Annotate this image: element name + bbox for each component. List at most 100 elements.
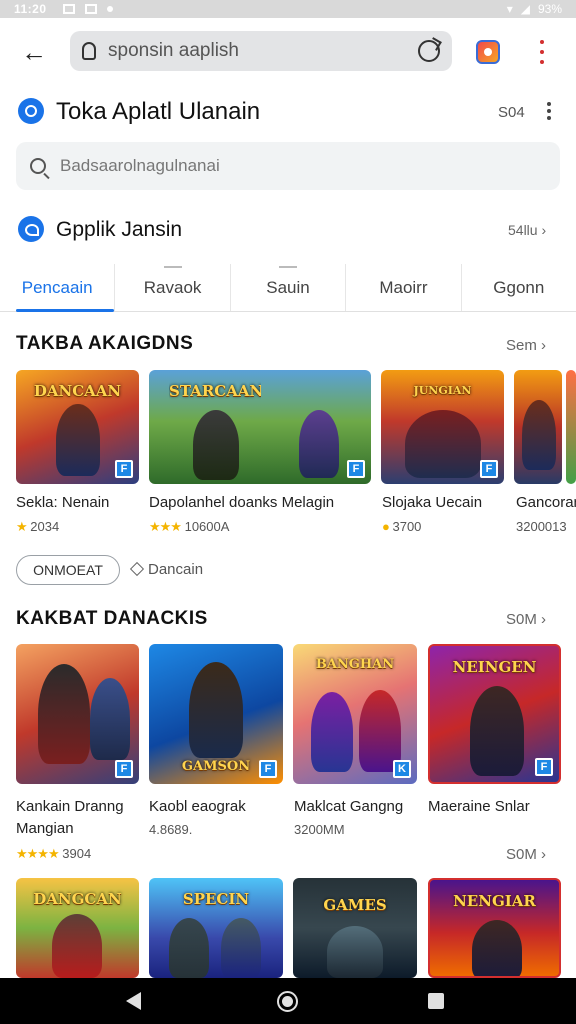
game-title-line2[interactable]: Mangian — [16, 820, 146, 837]
filter-chip[interactable]: ONMOEAT — [16, 555, 120, 585]
chip-link[interactable]: Dancain — [129, 561, 204, 578]
character-art — [52, 914, 102, 978]
game-title[interactable]: Maklcat Gangng — [294, 798, 420, 815]
game-card-image[interactable]: GAMSON F — [149, 644, 283, 784]
game-title[interactable]: Slojaka Uecain — [382, 494, 506, 511]
character-art — [90, 678, 130, 760]
game-card-image[interactable]: JUNGIAN F — [381, 370, 504, 484]
battery-level: 93% — [537, 2, 562, 16]
nav-home-icon[interactable] — [277, 991, 298, 1012]
section-see-all[interactable]: Sem › — [506, 337, 546, 354]
nav-back-icon[interactable] — [126, 992, 141, 1010]
store-header: Toka Aplatl Ulanain S04 — [0, 92, 576, 132]
notification-icon — [62, 4, 75, 14]
browser-tabs-icon[interactable] — [476, 40, 500, 64]
game-rating: ★★★ 10600A — [149, 519, 229, 535]
game-logo: STARCAAN — [169, 382, 261, 400]
character-art — [299, 410, 339, 478]
tab-label: Maoirr — [379, 277, 428, 297]
header-link[interactable]: S04 — [498, 104, 525, 121]
game-card-image[interactable]: GAMES — [293, 878, 417, 978]
game-card-image[interactable]: NENGIAR — [428, 878, 561, 978]
game-title[interactable]: Maeraine Snlar — [428, 798, 566, 815]
character-art — [405, 410, 481, 478]
tab-divider — [279, 266, 298, 268]
rating-count: 3200MM — [294, 822, 345, 837]
section-title: KAKBAT DANACKIS — [16, 608, 208, 629]
tab-divider — [163, 266, 182, 268]
tab-pencaain[interactable]: Pencaain — [0, 264, 115, 312]
tab-label: Ggonn — [493, 277, 545, 297]
category-icon — [18, 216, 44, 242]
game-logo: BANGHAN — [315, 657, 395, 672]
signal-icon: ◢ — [520, 2, 530, 16]
status-time: 11:20 — [14, 2, 47, 16]
more-options-icon[interactable] — [546, 102, 552, 120]
tab-bar: Pencaain Ravaok Sauin Maoirr Ggonn — [0, 264, 576, 312]
rating-count: 10600A — [184, 519, 230, 534]
rating-count: 3700 — [392, 519, 422, 534]
publisher-badge-icon: F — [480, 460, 498, 478]
character-art — [327, 926, 383, 978]
rating-count: 4.8689. — [149, 822, 193, 837]
rating-stars: ★★★ — [149, 519, 182, 534]
character-art — [522, 400, 556, 470]
tab-ggonn[interactable]: Ggonn — [460, 264, 576, 311]
search-placeholder: Badsaarolnagulnanai — [60, 156, 220, 175]
game-title[interactable]: Dapolanhel doanks Melagin — [149, 494, 371, 511]
search-input[interactable]: Badsaarolnagulnanai — [16, 142, 560, 190]
rating-stars: ★★★★ — [16, 846, 60, 861]
lock-icon — [82, 42, 96, 60]
refresh-icon[interactable] — [418, 40, 440, 62]
game-card-image[interactable]: SPECIN — [149, 878, 283, 978]
game-logo: NENGIAR — [453, 892, 536, 910]
game-title[interactable]: Sekla: Nenain — [16, 494, 141, 511]
game-title[interactable]: Kankain Dranng — [16, 798, 146, 815]
game-card-image[interactable] — [566, 370, 576, 484]
wifi-icon: ▾ — [506, 2, 513, 16]
chip-link-label: Dancain — [148, 561, 204, 578]
tab-label: Ravaok — [143, 277, 202, 297]
store-title: Toka Aplatl Ulanain — [56, 98, 261, 125]
browser-menu-icon[interactable] — [536, 40, 548, 64]
game-logo: JUNGIAN — [413, 384, 472, 397]
nav-recents-icon[interactable] — [428, 993, 444, 1009]
tab-label: Sauin — [266, 277, 310, 297]
publisher-badge-icon: F — [347, 460, 365, 478]
section-see-all[interactable]: S0M › — [506, 611, 546, 628]
character-art — [470, 686, 524, 776]
rating-stars: ★ — [16, 519, 28, 534]
game-title[interactable]: Kaobl eaograk — [149, 798, 285, 815]
game-card-image[interactable]: STARCAAN F — [149, 370, 371, 484]
game-logo: GAMSON — [181, 759, 251, 774]
category-see-all-link[interactable]: 54llu › — [508, 222, 546, 238]
publisher-badge-icon: F — [535, 758, 553, 776]
rating-count: 3200013 — [516, 519, 567, 534]
back-arrow-icon[interactable]: ← — [18, 37, 50, 67]
game-logo: SPECIN — [182, 890, 250, 908]
game-card-image[interactable]: F — [16, 644, 139, 784]
game-card-image[interactable]: DANCAAN F — [16, 370, 139, 484]
game-card-image[interactable]: NEINGEN F — [428, 644, 561, 784]
tab-ravaok[interactable]: Ravaok — [114, 264, 229, 311]
game-card-image[interactable]: DANGCAN — [16, 878, 139, 978]
tab-maoirr[interactable]: Maoirr — [345, 264, 460, 311]
game-rating: ★★★★ 3904 — [16, 846, 91, 862]
notification-icon — [84, 4, 97, 14]
game-card-image[interactable]: BANGHAN K — [293, 644, 417, 784]
category-header: Gpplik Jansin 54llu › — [0, 210, 576, 250]
game-title[interactable]: Gancoran — [516, 494, 576, 511]
rating-count: 2034 — [30, 519, 60, 534]
game-rating: ★ 2034 — [16, 519, 59, 535]
game-card-image[interactable] — [514, 370, 562, 484]
game-logo: GAMES — [323, 896, 387, 914]
section-see-all[interactable]: S0M › — [506, 846, 546, 863]
system-nav-bar — [0, 978, 576, 1024]
tab-sauin[interactable]: Sauin — [229, 264, 345, 311]
game-logo: NEINGEN — [452, 658, 537, 676]
character-art — [472, 920, 522, 976]
game-rating: ● 3700 — [382, 519, 421, 534]
url-bar[interactable]: sponsin aaplish — [70, 31, 452, 71]
rating-stars: ● — [382, 519, 390, 534]
rating-count: 3904 — [62, 846, 92, 861]
